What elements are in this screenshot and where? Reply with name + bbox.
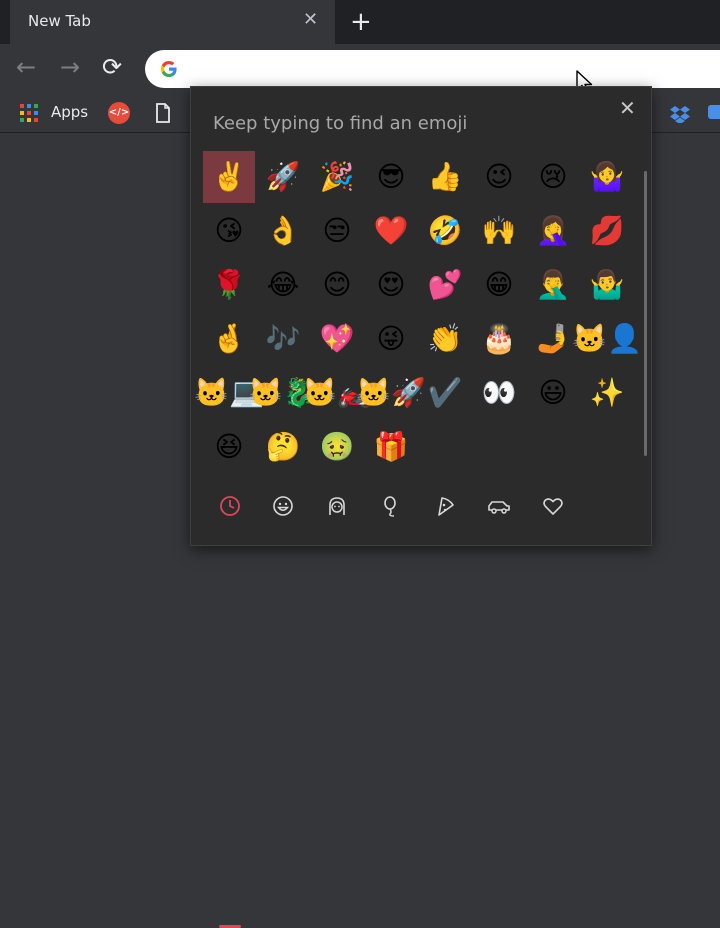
emoji-cell[interactable]: ❤️ <box>365 205 417 257</box>
emoji-cell[interactable]: 🤦‍♀️ <box>527 205 579 257</box>
emoji-cell[interactable]: 🤔 <box>257 421 309 473</box>
address-bar[interactable] <box>145 50 720 88</box>
emoji-cell[interactable]: 😒 <box>311 205 363 257</box>
tab-new-tab[interactable]: New Tab ✕ <box>10 0 335 44</box>
emoji-cell[interactable]: 🤞 <box>203 313 255 365</box>
bookmark-partial-icon[interactable] <box>708 105 720 119</box>
dropbox-icon[interactable] <box>670 105 690 123</box>
emoji-cell[interactable]: 😆 <box>203 421 255 473</box>
emoji-cell[interactable]: 🤦‍♂️ <box>527 259 579 311</box>
emoji-cell[interactable]: 😃 <box>527 367 579 419</box>
emoji-cell[interactable]: 🎁 <box>365 421 417 473</box>
emoji-cell[interactable]: 👍 <box>419 151 471 203</box>
emoji-cell[interactable]: ✌️ <box>203 151 255 203</box>
emoji-cell[interactable]: 👀 <box>473 367 525 419</box>
smiley-icon[interactable] <box>265 488 301 524</box>
emoji-cell[interactable]: 🌹 <box>203 259 255 311</box>
emoji-cell[interactable]: 😊 <box>311 259 363 311</box>
emoji-cell[interactable]: 😍 <box>365 259 417 311</box>
emoji-category-bar <box>191 482 651 928</box>
code-bookmark-icon[interactable]: </> <box>108 102 130 124</box>
back-arrow-icon[interactable]: ← <box>16 52 36 82</box>
tab-strip: New Tab ✕ + <box>0 0 720 44</box>
emoji-cell[interactable]: 😢 <box>527 151 579 203</box>
google-logo-icon <box>161 61 177 77</box>
apps-bookmark-label[interactable]: Apps <box>51 103 88 121</box>
emoji-cell[interactable]: 🤷‍♀️ <box>581 151 633 203</box>
emoji-cell[interactable]: 🐱‍🚀 <box>356 367 426 419</box>
recent-icon[interactable] <box>212 488 248 524</box>
emoji-cell[interactable]: 🎶 <box>257 313 309 365</box>
emoji-cell[interactable]: 💕 <box>419 259 471 311</box>
emoji-cell[interactable]: 💋 <box>581 205 633 257</box>
emoji-cell[interactable]: 🙌 <box>473 205 525 257</box>
emoji-cell[interactable]: 🤢 <box>311 421 363 473</box>
balloon-icon[interactable] <box>373 488 409 524</box>
emoji-cell[interactable]: 😂 <box>257 259 309 311</box>
apps-grid-icon[interactable] <box>20 104 38 122</box>
emoji-cell[interactable]: 🐱‍👤 <box>572 313 642 365</box>
emoji-search-hint[interactable]: Keep typing to find an emoji <box>213 113 467 134</box>
people-icon[interactable] <box>319 488 355 524</box>
tab-close-icon[interactable]: ✕ <box>303 9 318 31</box>
emoji-cell[interactable]: ✔️ <box>419 367 471 419</box>
emoji-cell[interactable]: 😁 <box>473 259 525 311</box>
pizza-icon[interactable] <box>427 488 463 524</box>
scrollbar[interactable] <box>644 171 647 456</box>
emoji-cell[interactable]: 🤷‍♂️ <box>581 259 633 311</box>
emoji-cell[interactable]: 😉 <box>473 151 525 203</box>
emoji-cell[interactable]: 👌 <box>257 205 309 257</box>
emoji-cell[interactable]: 🤣 <box>419 205 471 257</box>
emoji-cell[interactable]: 😜 <box>365 313 417 365</box>
emoji-cell[interactable]: 🎂 <box>473 313 525 365</box>
new-tab-button[interactable]: + <box>350 8 372 36</box>
heart-icon[interactable] <box>535 488 571 524</box>
car-icon[interactable] <box>481 488 517 524</box>
emoji-cell[interactable]: 🎉 <box>311 151 363 203</box>
tab-title: New Tab <box>28 12 91 30</box>
reload-icon[interactable]: ⟳ <box>102 52 122 82</box>
document-bookmark-icon[interactable] <box>155 103 171 123</box>
emoji-cell[interactable]: 💖 <box>311 313 363 365</box>
emoji-cell[interactable]: 👏 <box>419 313 471 365</box>
forward-arrow-icon[interactable]: → <box>60 52 80 82</box>
emoji-cell[interactable]: ✨ <box>581 367 633 419</box>
emoji-cell[interactable]: 😘 <box>203 205 255 257</box>
emoji-cell[interactable]: 🚀 <box>257 151 309 203</box>
emoji-cell[interactable]: 😎 <box>365 151 417 203</box>
emoji-panel: Keep typing to find an emoji ✕ ✌️ 🚀 🎉 😎 👍 😉 😢 🤷… <box>190 86 652 928</box>
close-icon[interactable]: ✕ <box>619 97 636 119</box>
